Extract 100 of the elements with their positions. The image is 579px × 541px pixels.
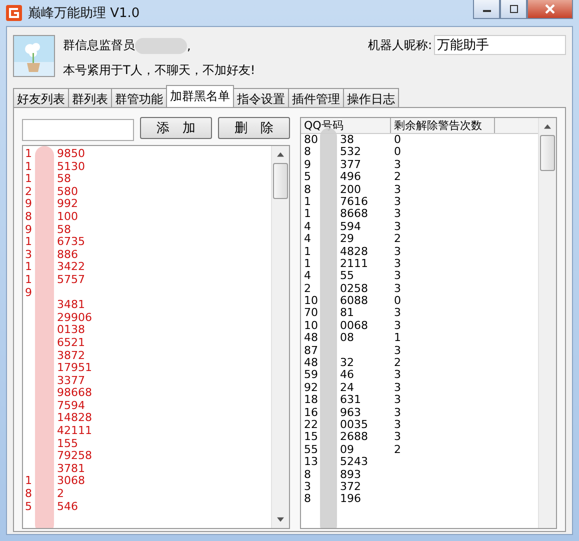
qq-number-start: 9 [25, 222, 32, 236]
table-cell: 3 [394, 158, 401, 171]
qq-number-start: 8 [304, 492, 311, 506]
action-button[interactable]: 删 除 [218, 117, 290, 139]
qq-number-start: 1 [304, 194, 311, 208]
table-cell: 3 [394, 344, 401, 357]
profile-name-tail: , [187, 38, 191, 52]
table-cell: 3 [394, 220, 401, 233]
column-header[interactable]: 剩余解除警告次数 [391, 118, 495, 133]
qq-number-end: 29906 [57, 310, 92, 324]
qq-number-start: 9 [304, 158, 311, 171]
action-button[interactable]: 添 加 [140, 117, 212, 139]
qq-number-end: 0138 [57, 323, 85, 336]
qq-number-end: 7616 [340, 196, 368, 208]
qq-number-end: 5243 [340, 456, 368, 469]
qq-number-start: 8 [304, 145, 311, 158]
qq-number-start: 2 [25, 184, 32, 198]
qq-number-end: 08 [340, 332, 354, 345]
qq-number-start: 5 [25, 500, 32, 513]
qq-number-end: 372 [340, 480, 361, 494]
qq-number-end: 992 [57, 197, 78, 210]
table-cell: 3 [394, 380, 401, 394]
qq-number-end: 3872 [57, 348, 85, 362]
table-cell: 3 [394, 318, 401, 332]
window-title: 巅峰万能助理 V1.0 [28, 5, 140, 22]
qq-number-start: 8 [25, 487, 32, 500]
qq-number-end: 0258 [340, 282, 368, 296]
qq-number-start: 8 [304, 468, 311, 481]
qq-number-start: 16 [304, 406, 318, 419]
table-cell: 3 [394, 244, 401, 258]
qq-number-end: 377 [340, 158, 361, 172]
qq-number-start: 80 [304, 133, 318, 146]
tab[interactable]: 插件管理 [288, 88, 344, 107]
maximize-icon [508, 5, 518, 13]
table-cell: 3 [394, 430, 401, 444]
qq-number-end: 24 [340, 382, 354, 394]
qq-number-start: 55 [304, 442, 318, 456]
qq-number-end: 38 [340, 134, 354, 146]
table-cell: 3 [394, 418, 401, 431]
scrollbar[interactable] [538, 118, 556, 528]
qq-number-end: 29 [340, 233, 354, 246]
qq-number-end: 46 [340, 369, 354, 382]
qq-number-end: 100 [57, 210, 78, 223]
qq-number-start: 8 [304, 182, 311, 196]
qq-number-end: 893 [340, 468, 361, 481]
qq-number-start: 1 [25, 160, 32, 173]
qq-number-end: 0068 [340, 320, 368, 332]
tab[interactable]: 加群黑名单 [166, 85, 234, 107]
qq-number-start: 1 [25, 172, 32, 186]
scrollbar-thumb[interactable] [540, 135, 555, 171]
qq-number-start: 10 [304, 318, 318, 332]
close-button[interactable] [527, 0, 573, 19]
qq-number-start: 3 [304, 480, 311, 493]
qq-number-end: 7594 [57, 398, 85, 412]
qq-number-end: 58 [57, 222, 71, 236]
table-cell: 0 [394, 145, 401, 158]
profile-name: 群信息监督员 [63, 37, 135, 54]
maximize-button[interactable] [500, 0, 527, 19]
scrollbar-thumb[interactable] [273, 163, 288, 199]
table-cell: 2 [394, 442, 401, 456]
scrollbar[interactable] [271, 146, 289, 528]
table-cell: 3 [394, 269, 401, 282]
profile-motto: 本号紧用于T人，不聊天，不加好友! [63, 62, 256, 79]
qq-number-end: 3422 [57, 260, 85, 274]
table-cell: 2 [394, 170, 401, 184]
qq-number-end: 594 [340, 220, 361, 234]
qq-number-start: 5 [304, 170, 311, 184]
qq-number-start: 2 [304, 282, 311, 295]
qq-number-end: 3481 [57, 298, 85, 312]
tab[interactable]: 操作日志 [343, 88, 399, 107]
qq-number-end: 3781 [57, 462, 85, 475]
qq-number-end: 14828 [57, 411, 92, 424]
tab[interactable]: 群列表 [68, 88, 112, 107]
tab[interactable]: 群管功能 [111, 88, 167, 107]
qq-number-start: 1 [25, 147, 32, 160]
qq-number-start: 9 [25, 197, 32, 210]
qq-number-start: 1 [25, 474, 32, 488]
nickname-field[interactable]: 万能助手 [434, 35, 566, 55]
nickname-label: 机器人昵称: [368, 36, 432, 54]
qq-number-start: 1 [304, 207, 311, 220]
app-logo-icon [6, 5, 22, 21]
table-cell: 0 [394, 133, 401, 146]
qq-number-end: 09 [340, 444, 354, 456]
qq-number-end: 631 [340, 394, 361, 407]
qq-input-field[interactable] [22, 119, 134, 141]
qq-number-end: 79258 [57, 449, 92, 462]
tab[interactable]: 指令设置 [233, 88, 289, 107]
qq-number-start: 59 [304, 368, 318, 382]
qq-number-start: 70 [304, 306, 318, 320]
qq-number-end: 2 [57, 487, 64, 500]
table-cell: 3 [394, 182, 401, 196]
qq-number-end: 17951 [57, 361, 92, 374]
qq-number-end: 200 [340, 184, 361, 196]
qq-number-start: 22 [304, 418, 318, 431]
qq-number-start: 8 [25, 210, 32, 223]
table-cell: 3 [394, 306, 401, 320]
minimize-button[interactable] [473, 0, 500, 19]
tab[interactable]: 好友列表 [13, 88, 69, 107]
qq-number-end: 886 [57, 248, 78, 261]
close-icon [544, 4, 556, 14]
